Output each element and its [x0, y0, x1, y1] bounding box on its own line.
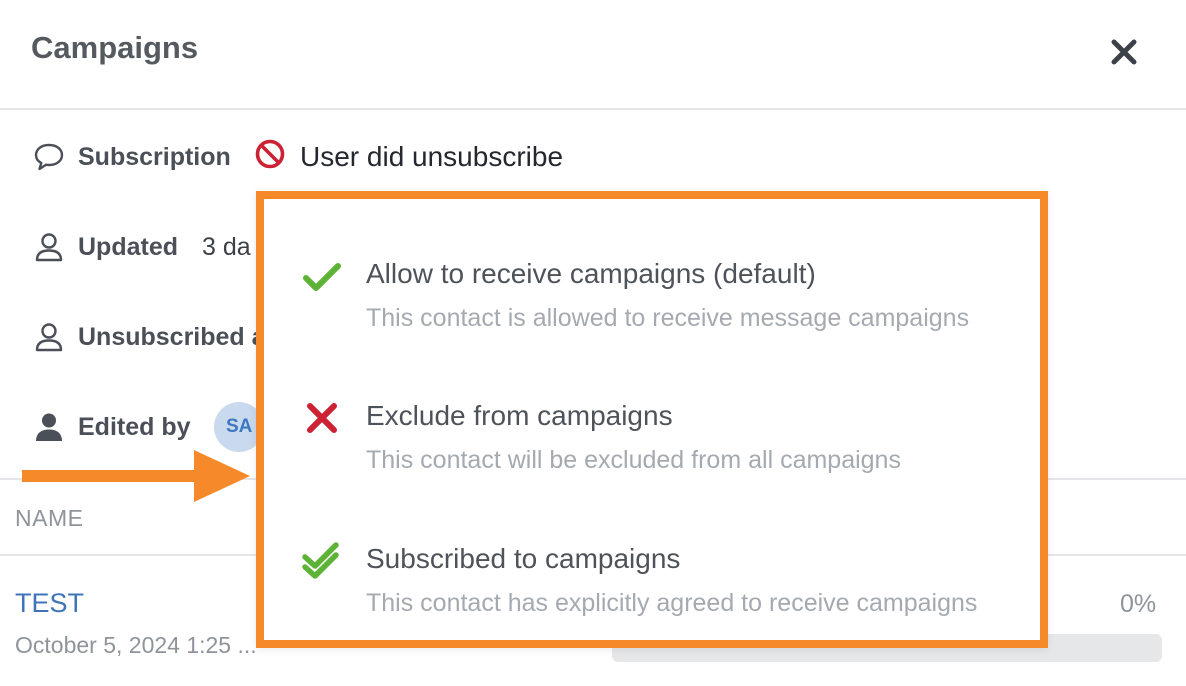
- updated-value: 3 da: [202, 232, 251, 261]
- subscription-row: Subscription: [32, 137, 231, 177]
- option-description: This contact is allowed to receive messa…: [366, 304, 970, 332]
- check-icon: [300, 254, 344, 298]
- updated-label: Updated: [78, 232, 178, 261]
- double-check-icon: [300, 539, 344, 583]
- subscription-status-text: User did unsubscribe: [300, 140, 564, 172]
- close-icon[interactable]: [1104, 32, 1144, 72]
- x-mark-icon: [300, 396, 344, 440]
- option-description: This contact will be excluded from all c…: [366, 446, 901, 474]
- panel-header: Campaigns: [0, 0, 1186, 110]
- unsubscribed-row: Unsubscribed a: [32, 317, 266, 357]
- updated-row: Updated 3 da: [32, 227, 251, 267]
- person-outline-icon: [32, 320, 66, 354]
- person-outline-icon: [32, 230, 66, 264]
- subscription-label: Subscription: [78, 142, 231, 171]
- prohibited-icon: [254, 138, 286, 175]
- subscription-options-menu: Allow to receive campaigns (default) Thi…: [256, 191, 1048, 648]
- chat-bubble-icon: [32, 140, 66, 174]
- panel-title: Campaigns: [31, 30, 199, 65]
- edited-by-label: Edited by: [78, 412, 191, 441]
- unsubscribed-label: Unsubscribed a: [78, 322, 266, 351]
- option-title: Subscribed to campaigns: [366, 543, 681, 574]
- annotation-arrow: [22, 450, 250, 502]
- option-exclude[interactable]: Exclude from campaigns This contact will…: [264, 356, 1040, 474]
- option-title: Exclude from campaigns: [366, 400, 673, 431]
- campaign-date: October 5, 2024 1:25 ...: [15, 632, 257, 658]
- option-description: This contact has explicitly agreed to re…: [366, 589, 978, 617]
- avatar-initials: SA: [226, 416, 253, 437]
- option-allow[interactable]: Allow to receive campaigns (default) Thi…: [264, 214, 1040, 332]
- campaign-name-link[interactable]: TEST: [15, 588, 84, 619]
- campaign-percent: 0%: [1120, 590, 1157, 618]
- person-filled-icon: [32, 410, 66, 444]
- subscription-status[interactable]: User did unsubscribe: [254, 138, 563, 175]
- column-header-name[interactable]: NAME: [15, 505, 83, 532]
- option-subscribed[interactable]: Subscribed to campaigns This contact has…: [264, 499, 1040, 617]
- option-title: Allow to receive campaigns (default): [366, 258, 816, 289]
- edited-by-row: Edited by: [32, 407, 191, 447]
